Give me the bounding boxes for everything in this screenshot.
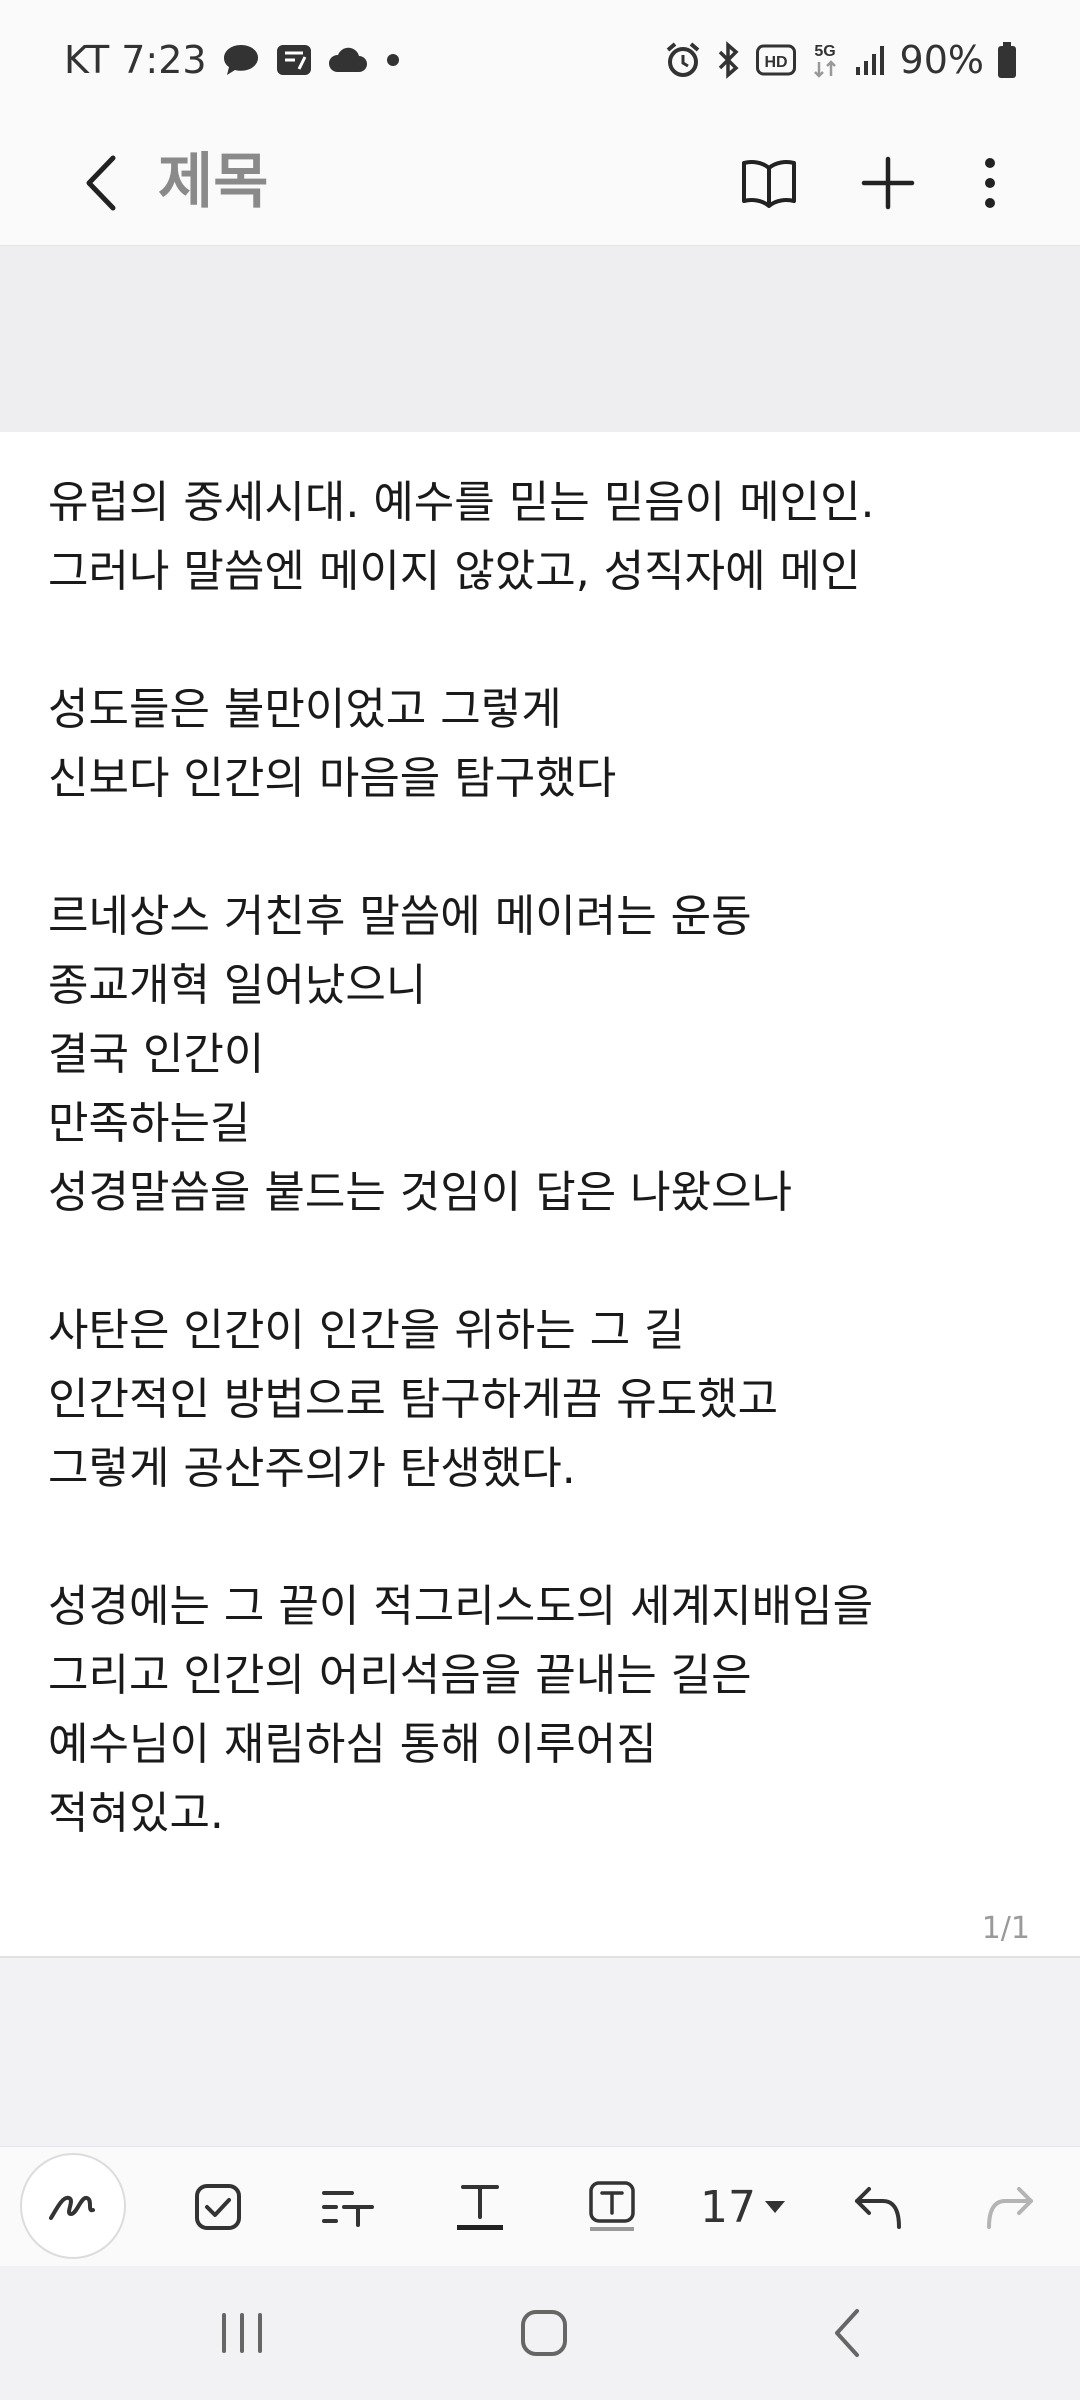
checkbox-button[interactable] [170, 2159, 266, 2255]
recents-icon [222, 2313, 262, 2353]
note-body[interactable]: 유럽의 중세시대. 예수를 믿는 믿음이 메인인. 그러나 말씀엔 메이지 않았고… [48, 468, 1048, 1848]
note-line: 그렇게 공산주의가 탄생했다. [48, 1443, 576, 1494]
note-line: 신보다 인간의 마음을 탐구했다 [48, 753, 617, 804]
note-line: 결국 인간이 [48, 1029, 265, 1080]
note-blank-line [48, 606, 1048, 675]
note-line: 르네상스 거친후 말씀에 메이려는 운동 [48, 891, 752, 942]
redo-icon [987, 2187, 1033, 2229]
cloud-icon [327, 46, 367, 74]
hd-icon: HD [755, 44, 796, 76]
chevron-down-icon [765, 2201, 785, 2213]
note-line: 성경에는 그 끝이 적그리스도의 세계지배임을 [48, 1581, 874, 1632]
text-format-icon [322, 2191, 374, 2227]
note-line: 예수님이 재림하심 통해 이루어짐 [48, 1719, 657, 1770]
note-line: 종교개혁 일어났으니 [48, 960, 427, 1011]
note-line: 유럽의 중세시대. 예수를 믿는 믿음이 메인인. [48, 477, 875, 528]
alarm-icon [664, 41, 702, 79]
note-line: 적혀있고. [48, 1788, 224, 1839]
more-vertical-icon [985, 158, 995, 208]
home-icon [521, 2310, 567, 2356]
undo-icon [855, 2187, 901, 2229]
status-left: KT 7:23 [64, 38, 405, 82]
add-button[interactable] [843, 138, 933, 228]
undo-button[interactable] [830, 2159, 926, 2255]
note-blank-line [48, 1503, 1048, 1572]
note-line: 성경말씀을 붙드는 것임이 답은 나왔으나 [48, 1167, 793, 1218]
5g-icon: 5G [808, 40, 842, 80]
navigation-bar [0, 2266, 1080, 2400]
app-bar: 제목 [0, 120, 1080, 246]
paragraph-format-button[interactable] [300, 2159, 396, 2255]
note-line: 그러나 말씀엔 메이지 않았고, 성직자에 메인 [48, 546, 861, 597]
note-title[interactable]: 제목 [158, 142, 268, 222]
redo-button[interactable] [962, 2159, 1058, 2255]
text-style-button[interactable] [432, 2159, 528, 2255]
note-blank-line [48, 1227, 1048, 1296]
handwriting-button[interactable] [20, 2153, 126, 2259]
note-app-icon [275, 43, 313, 77]
pen-icon [49, 2195, 95, 2220]
note-line: 그리고 인간의 어리석음을 끝내는 길은 [48, 1650, 752, 1701]
more-options-button[interactable] [945, 138, 1035, 228]
messenger-icon [221, 42, 261, 78]
back-button[interactable] [56, 138, 146, 228]
battery-percent: 90% [899, 38, 984, 82]
recents-button[interactable] [192, 2288, 292, 2378]
page-top-margin [0, 246, 1080, 432]
editing-toolbar: 17 [0, 2146, 1080, 2266]
checkbox-icon [195, 2184, 241, 2230]
status-bar: KT 7:23 HD 5G 90% [0, 0, 1080, 120]
back-nav-icon [835, 2309, 859, 2357]
signal-icon [854, 43, 888, 77]
font-size-selector[interactable]: 17 [700, 2169, 786, 2245]
text-box-icon [589, 2181, 635, 2231]
reading-mode-button[interactable] [724, 138, 814, 228]
page-indicator: 1/1 [981, 1911, 1030, 1946]
dot-icon [381, 48, 405, 72]
network-label: 5G [814, 43, 835, 60]
book-icon [742, 160, 796, 208]
system-back-button[interactable] [797, 2288, 897, 2378]
note-page[interactable]: 유럽의 중세시대. 예수를 믿는 믿음이 메인인. 그러나 말씀엔 메이지 않았고… [0, 432, 1080, 1958]
page-bottom-area [0, 1958, 1080, 2146]
note-line: 인간적인 방법으로 탐구하게끔 유도했고 [48, 1374, 779, 1425]
status-right: HD 5G 90% [664, 38, 1018, 82]
font-size-value: 17 [700, 2181, 756, 2233]
note-line: 만족하는길 [48, 1098, 251, 1149]
home-button[interactable] [494, 2288, 594, 2378]
note-blank-line [48, 813, 1048, 882]
bluetooth-icon [714, 41, 744, 79]
hd-label: HD [764, 54, 787, 71]
note-line: 성도들은 불만이었고 그렇게 [48, 684, 562, 735]
note-line: 사탄은 인간이 인간을 위하는 그 길 [48, 1305, 685, 1356]
back-icon [86, 155, 116, 211]
battery-icon [996, 41, 1018, 79]
carrier-time: KT 7:23 [64, 38, 207, 82]
plus-icon [861, 156, 915, 210]
text-box-button[interactable] [564, 2159, 660, 2255]
text-style-icon [457, 2185, 503, 2230]
